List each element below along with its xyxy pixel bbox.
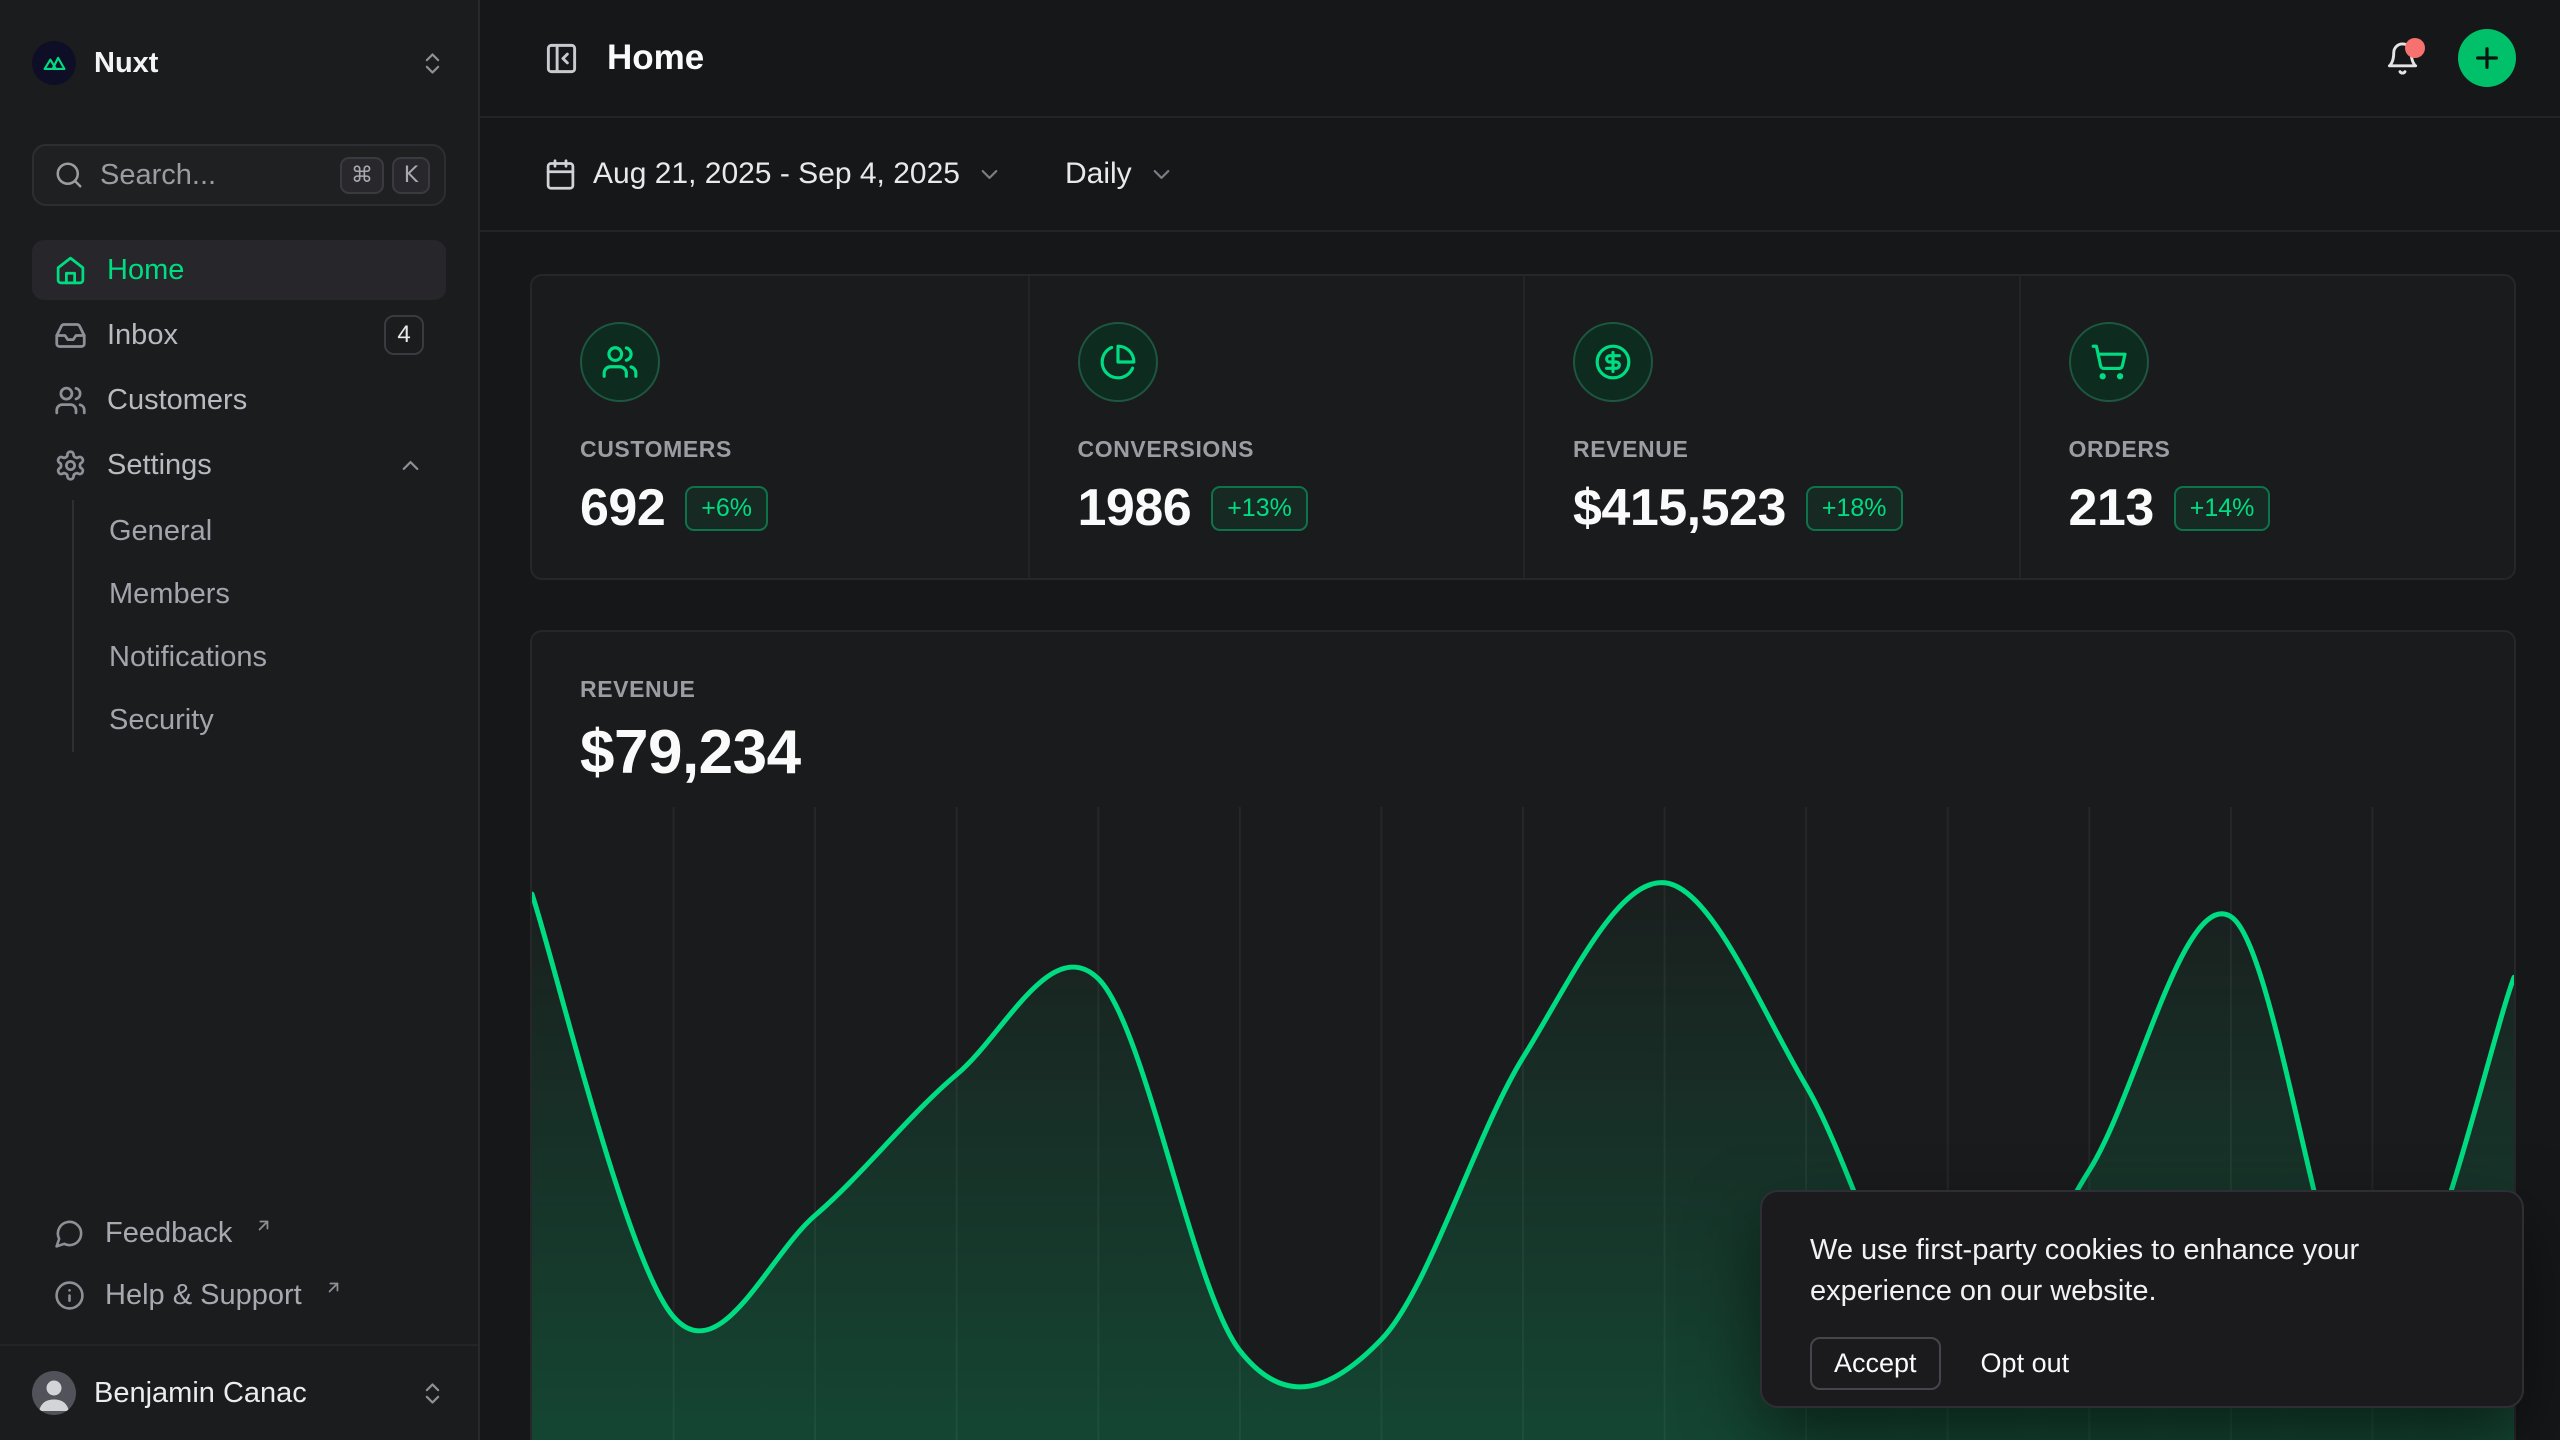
subnav-label: Members xyxy=(109,578,230,611)
sidebar-item-customers[interactable]: Customers xyxy=(32,370,446,430)
nuxt-logo-icon xyxy=(32,41,76,85)
user-menu[interactable]: Benjamin Canac xyxy=(0,1344,478,1440)
period-value: Daily xyxy=(1065,157,1132,191)
search-placeholder: Search... xyxy=(100,159,216,192)
sidebar-item-general[interactable]: General xyxy=(74,500,446,563)
inbox-icon xyxy=(54,319,87,352)
opt-out-button[interactable]: Opt out xyxy=(1981,1348,2070,1379)
chevron-down-icon xyxy=(976,161,1003,188)
help-support-label: Help & Support xyxy=(105,1279,302,1312)
date-range-picker[interactable]: Aug 21, 2025 - Sep 4, 2025 xyxy=(544,157,1003,191)
header-actions xyxy=(2385,29,2516,87)
cookie-banner: We use first-party cookies to enhance yo… xyxy=(1760,1190,2524,1408)
users-icon xyxy=(580,322,660,402)
stat-delta-badge: +18% xyxy=(1806,486,1903,531)
inbox-count-badge: 4 xyxy=(384,315,424,355)
info-circle-icon xyxy=(54,1280,85,1311)
message-bubble-icon xyxy=(54,1218,85,1249)
stats-row: CUSTOMERS 692 +6% CONVERSIONS 1986 +13% xyxy=(530,274,2516,580)
circle-dollar-icon xyxy=(1573,322,1653,402)
stat-orders[interactable]: ORDERS 213 +14% xyxy=(2019,276,2515,578)
stat-customers[interactable]: CUSTOMERS 692 +6% xyxy=(532,276,1028,578)
kbd-k: K xyxy=(392,157,430,194)
collapse-sidebar-button[interactable] xyxy=(544,41,579,76)
avatar xyxy=(32,1371,76,1415)
feedback-link[interactable]: Feedback xyxy=(32,1202,446,1264)
chevrons-up-down-icon xyxy=(419,1380,446,1407)
search-icon xyxy=(54,160,84,190)
sidebar-item-security[interactable]: Security xyxy=(74,689,446,752)
external-link-icon xyxy=(324,1278,343,1297)
home-icon xyxy=(54,254,87,287)
gear-icon xyxy=(54,449,87,482)
stat-label: CUSTOMERS xyxy=(580,436,980,463)
stat-revenue[interactable]: REVENUE $415,523 +18% xyxy=(1523,276,2019,578)
users-icon xyxy=(54,384,87,417)
kbd-cmd: ⌘ xyxy=(340,157,384,194)
sidebar-footer: Feedback Help & Support xyxy=(0,1202,478,1344)
search-shortcut: ⌘ K xyxy=(340,157,430,194)
workspace-name: Nuxt xyxy=(94,47,158,80)
calendar-icon xyxy=(544,158,577,191)
feedback-label: Feedback xyxy=(105,1217,232,1250)
stat-delta-badge: +6% xyxy=(685,486,768,531)
sidebar: Nuxt Search... ⌘ K Home Inbox 4 Cu xyxy=(0,0,480,1440)
page-title: Home xyxy=(607,38,704,78)
add-button[interactable] xyxy=(2458,29,2516,87)
pie-chart-icon xyxy=(1078,322,1158,402)
stat-delta-badge: +13% xyxy=(1211,486,1308,531)
search-input[interactable]: Search... ⌘ K xyxy=(32,144,446,206)
subnav-label: General xyxy=(109,515,212,548)
settings-subnav: General Members Notifications Security xyxy=(72,500,446,752)
page-header: Home xyxy=(480,0,2560,118)
stat-value: 1986 xyxy=(1078,478,1192,538)
accept-button[interactable]: Accept xyxy=(1810,1337,1941,1390)
sidebar-item-label: Customers xyxy=(107,384,247,417)
stat-label: REVENUE xyxy=(1573,436,1971,463)
sidebar-item-label: Home xyxy=(107,254,184,287)
sidebar-item-label: Settings xyxy=(107,449,212,482)
notification-dot xyxy=(2405,38,2425,58)
sidebar-item-home[interactable]: Home xyxy=(32,240,446,300)
chevrons-up-down-icon xyxy=(419,50,446,77)
notifications-button[interactable] xyxy=(2385,41,2420,76)
stat-conversions[interactable]: CONVERSIONS 1986 +13% xyxy=(1028,276,1524,578)
sidebar-item-label: Inbox xyxy=(107,319,178,352)
stat-label: CONVERSIONS xyxy=(1078,436,1476,463)
chevron-up-icon xyxy=(397,452,424,479)
panel-left-close-icon xyxy=(544,41,579,76)
stat-value: 213 xyxy=(2069,478,2154,538)
stat-label: ORDERS xyxy=(2069,436,2467,463)
sidebar-item-inbox[interactable]: Inbox 4 xyxy=(32,305,446,365)
sidebar-item-notifications[interactable]: Notifications xyxy=(74,626,446,689)
stat-value: $415,523 xyxy=(1573,478,1786,538)
external-link-icon xyxy=(254,1216,273,1235)
plus-icon xyxy=(2471,42,2503,74)
revenue-chart-label: REVENUE xyxy=(580,676,2466,703)
sidebar-item-members[interactable]: Members xyxy=(74,563,446,626)
date-range-value: Aug 21, 2025 - Sep 4, 2025 xyxy=(593,157,960,191)
sidebar-nav: Home Inbox 4 Customers Settings General … xyxy=(32,240,446,756)
chevron-down-icon xyxy=(1148,161,1175,188)
filters-toolbar: Aug 21, 2025 - Sep 4, 2025 Daily xyxy=(480,118,2560,232)
sidebar-item-settings[interactable]: Settings xyxy=(32,435,446,495)
user-name: Benjamin Canac xyxy=(94,1377,307,1410)
shopping-cart-icon xyxy=(2069,322,2149,402)
stat-value: 692 xyxy=(580,478,665,538)
stat-delta-badge: +14% xyxy=(2174,486,2271,531)
period-select[interactable]: Daily xyxy=(1065,157,1175,191)
revenue-chart-value: $79,234 xyxy=(580,717,2466,788)
workspace-switcher[interactable]: Nuxt xyxy=(32,40,446,86)
cookie-message: We use first-party cookies to enhance yo… xyxy=(1810,1230,2450,1312)
subnav-label: Notifications xyxy=(109,641,267,674)
help-support-link[interactable]: Help & Support xyxy=(32,1264,446,1326)
subnav-label: Security xyxy=(109,704,214,737)
